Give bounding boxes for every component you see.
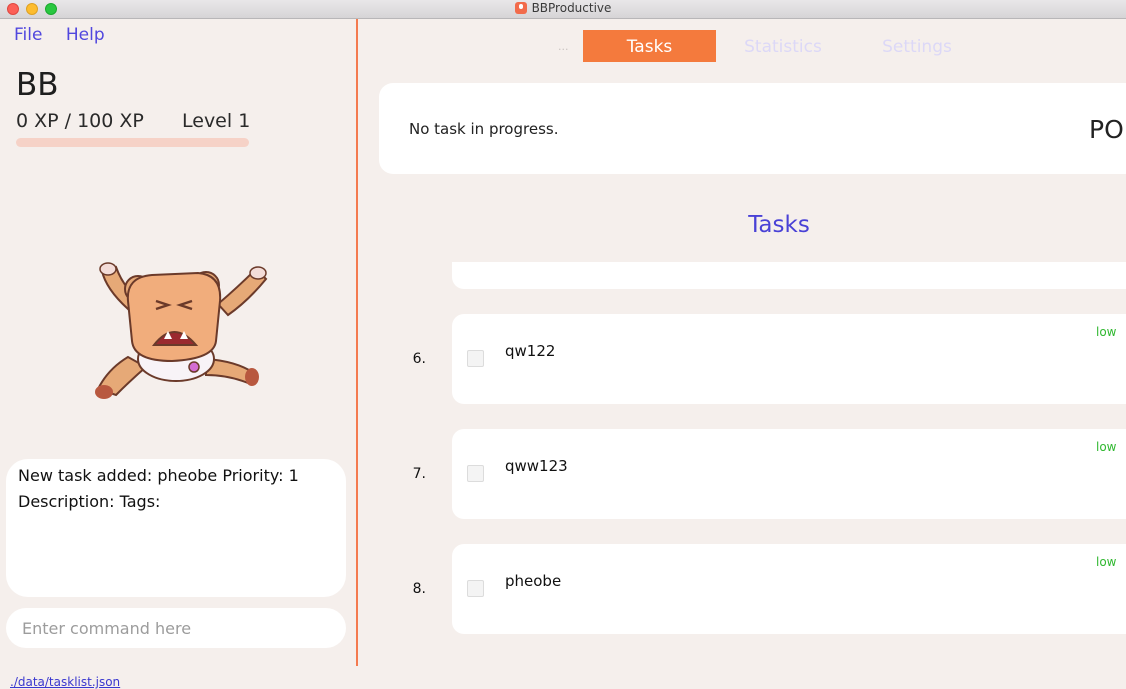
menu-file[interactable]: File xyxy=(14,25,42,45)
tab-tasks[interactable]: Tasks xyxy=(583,30,716,62)
task-in-progress-card: No task in progress. PO xyxy=(379,83,1126,174)
pomodoro-label: PO xyxy=(1089,115,1124,144)
command-result-box: New task added: pheobe Priority: 1 Descr… xyxy=(6,459,346,597)
priority-label: low xyxy=(1096,440,1117,454)
xp-progress-bar xyxy=(16,138,249,147)
menu-help[interactable]: Help xyxy=(66,25,105,45)
left-panel: File Help BB 0 XP / 100 XP Level 1 New t… xyxy=(0,19,356,666)
window-titlebar: BBProductive xyxy=(0,0,1126,19)
task-card[interactable]: qw122 low xyxy=(452,314,1126,404)
xp-text: 0 XP / 100 XP xyxy=(16,110,144,132)
priority-label: low xyxy=(1096,325,1117,339)
user-name: BB xyxy=(16,67,59,103)
task-name: qww123 xyxy=(505,457,568,475)
menu-bar: File Help xyxy=(14,25,123,45)
task-checkbox[interactable] xyxy=(467,350,484,367)
progress-status-text: No task in progress. xyxy=(409,120,559,138)
tab-overflow-indicator: ... xyxy=(558,40,569,53)
result-line-1: New task added: pheobe Priority: 1 xyxy=(18,466,299,485)
task-name: pheobe xyxy=(505,572,562,590)
task-name: qw122 xyxy=(505,342,556,360)
command-input[interactable] xyxy=(6,608,346,648)
task-list-title: Tasks xyxy=(748,212,810,238)
task-index: 8. xyxy=(412,581,426,597)
level-text: Level 1 xyxy=(182,110,251,132)
tab-settings[interactable]: Settings xyxy=(850,30,984,62)
bear-mascot-image xyxy=(95,262,268,399)
task-card[interactable]: qww123 low xyxy=(452,429,1126,519)
task-index: 6. xyxy=(412,351,426,367)
task-checkbox[interactable] xyxy=(467,465,484,482)
priority-label: low xyxy=(1096,555,1117,569)
task-card[interactable]: pheobe low xyxy=(452,544,1126,634)
window-title-text: BBProductive xyxy=(531,1,612,15)
result-line-2: Description: Tags: xyxy=(18,492,161,511)
tab-statistics[interactable]: Statistics xyxy=(716,30,850,62)
task-card-partial xyxy=(452,262,1126,289)
window-title: BBProductive xyxy=(0,1,1126,15)
app-logo-icon xyxy=(514,2,527,14)
task-checkbox[interactable] xyxy=(467,580,484,597)
panel-divider xyxy=(356,19,358,666)
task-index: 7. xyxy=(412,466,426,482)
tab-bar: ... Tasks Statistics Settings xyxy=(360,30,1126,64)
